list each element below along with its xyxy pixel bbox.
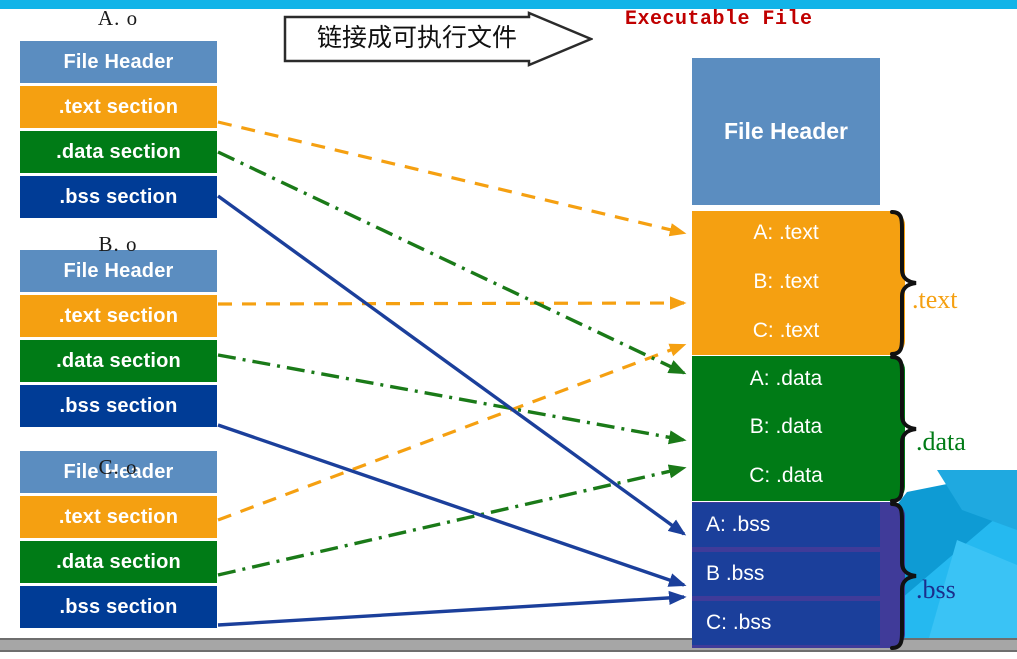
exe-segment-a-data: A: .data (692, 357, 880, 401)
object-file-a: File Header .text section .data section … (20, 41, 217, 218)
exe-segment-b-bss: B .bss (692, 552, 880, 596)
objfile-c-bss-section: .bss section (20, 586, 217, 628)
data-group-brace-svg (890, 355, 917, 503)
bss-group-brace-svg (890, 502, 917, 650)
wire-b-data (217, 353, 687, 445)
wire-b-text (217, 296, 687, 310)
objfile-a-file-header: File Header (20, 41, 217, 83)
object-file-b: File Header .text section .data section … (20, 250, 217, 427)
wire-c-bss (217, 590, 687, 627)
object-file-title-a: A. o (97, 6, 139, 30)
slide-canvas: A. o B. o C. o Executable File 链接成可执行文件 … (0, 0, 1017, 659)
wire-a-text (217, 120, 687, 237)
exe-segment-a-bss: A: .bss (692, 503, 880, 547)
object-file-title-b: B. o (98, 232, 138, 256)
exe-segment-c-bss: C: .bss (692, 601, 880, 645)
exe-segment-b-text: B: .text (692, 260, 880, 304)
objfile-a-data-section: .data section (20, 131, 217, 173)
bss-group-label: .bss (916, 575, 956, 604)
wire-a-bss (217, 194, 687, 536)
exe-segment-a-text: A: .text (692, 211, 880, 255)
link-step-label: 链接成可执行文件 (316, 25, 517, 52)
wire-c-data (217, 464, 687, 577)
objfile-b-bss-section: .bss section (20, 385, 217, 427)
text-group-label: .text (912, 285, 958, 314)
object-file-title-c: C. o (98, 455, 138, 479)
wire-a-data (217, 150, 687, 375)
bss-group-brace (886, 500, 920, 657)
data-group-label: .data (916, 427, 966, 456)
objfile-b-text-section: .text section (20, 295, 217, 337)
executable-file-title: Executable File (625, 8, 813, 31)
exe-segment-c-text: C: .text (692, 309, 880, 353)
exe-segment-c-data: C: .data (692, 454, 880, 498)
objfile-b-data-section: .data section (20, 340, 217, 382)
wire-b-bss (217, 423, 687, 587)
exe-segment-b-data: B: .data (692, 405, 880, 449)
executable-file-header: File Header (692, 58, 880, 205)
objfile-a-bss-section: .bss section (20, 176, 217, 218)
objfile-c-text-section: .text section (20, 496, 217, 538)
objfile-c-data-section: .data section (20, 541, 217, 583)
data-group-brace (886, 353, 920, 510)
objfile-a-text-section: .text section (20, 86, 217, 128)
wire-c-text (217, 343, 687, 522)
